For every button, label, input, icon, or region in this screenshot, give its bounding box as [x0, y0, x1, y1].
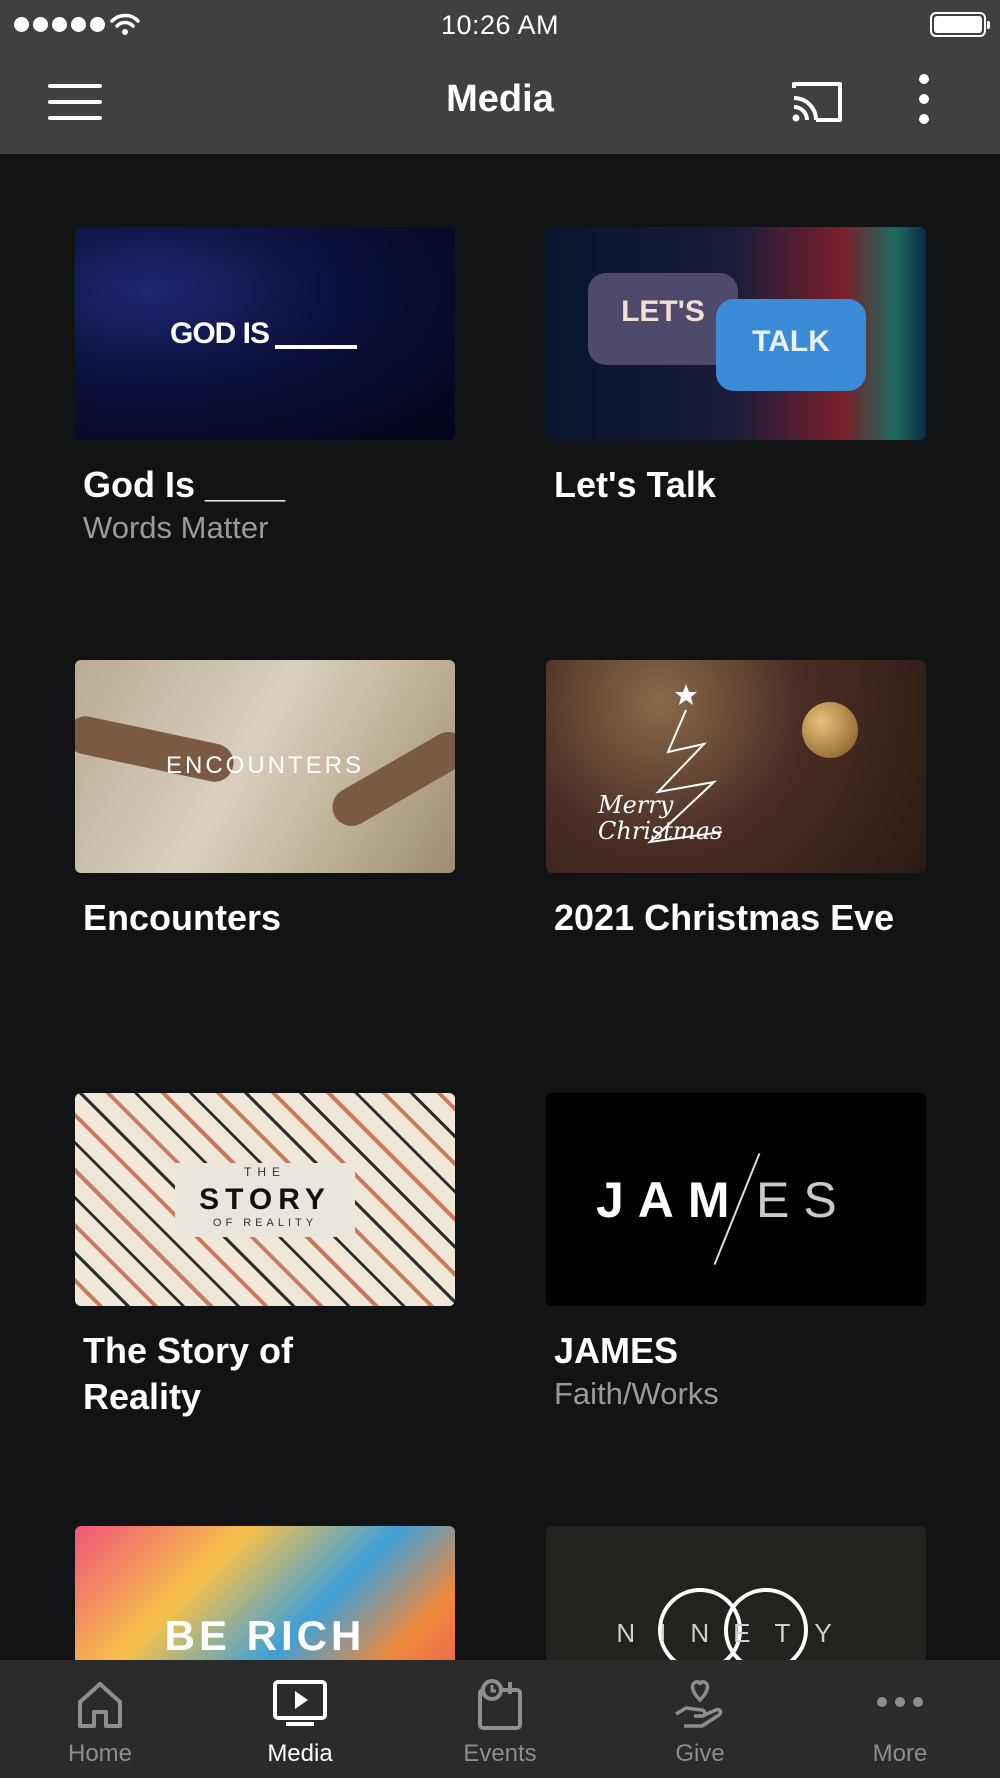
media-subtitle: Faith/Works: [554, 1376, 719, 1411]
media-title: JAMES: [554, 1330, 679, 1371]
media-thumbnail[interactable]: THE STORY OF REALITY: [75, 1093, 455, 1306]
speech-bubble: TALK: [716, 299, 866, 391]
media-grid: GOD IS God Is ____ Words Matter LET'S TA…: [0, 154, 1000, 1660]
thumbnail-art-text: STORY: [199, 1183, 331, 1216]
tab-label: Media: [267, 1740, 333, 1767]
status-time: 10:26 AM: [440, 10, 560, 40]
thumbnail-art-text: NINETY: [616, 1618, 856, 1648]
media-card-story-of-reality[interactable]: THE STORY OF REALITY The Story of Realit…: [75, 1093, 455, 1420]
media-card-christmas-eve[interactable]: Merry Christmas 2021 Christmas Eve: [546, 660, 926, 941]
media-thumbnail[interactable]: NINETY: [546, 1526, 926, 1660]
story-title-box: THE STORY OF REALITY: [175, 1163, 355, 1237]
tab-label: Give: [675, 1740, 725, 1767]
nav-bar: Media: [0, 50, 1000, 154]
ornament-art: [802, 702, 858, 758]
media-card-encounters[interactable]: ENCOUNTERS Encounters: [75, 660, 455, 941]
media-thumbnail[interactable]: Merry Christmas: [546, 660, 926, 873]
tab-label: Home: [67, 1740, 133, 1767]
battery-icon: [930, 12, 990, 37]
vertical-dots-icon[interactable]: [908, 74, 940, 130]
thumbnail-art-text: OF REALITY: [212, 1217, 318, 1229]
media-thumbnail[interactable]: GOD IS: [75, 227, 455, 440]
thumbnail-art-text: ES: [756, 1172, 851, 1228]
media-title: God Is ____: [83, 464, 286, 505]
tab-media[interactable]: Media: [200, 1660, 400, 1778]
thumbnail-art-text: Merry Christmas: [598, 791, 723, 845]
thumbnail-art-text: GOD IS: [170, 317, 270, 350]
media-subtitle: Words Matter: [83, 510, 269, 545]
tab-events[interactable]: Events: [400, 1660, 600, 1778]
media-title: The Story of Reality: [83, 1330, 294, 1417]
media-thumbnail[interactable]: ENCOUNTERS: [75, 660, 455, 873]
page-title: Media: [446, 78, 554, 120]
media-card-be-rich[interactable]: BE RICH: [75, 1526, 455, 1660]
media-title: Let's Talk: [554, 464, 716, 505]
hand-heart-icon: [675, 1680, 723, 1728]
thumbnail-art-text: BE RICH: [164, 1612, 366, 1659]
media-title: Encounters: [83, 897, 282, 938]
media-thumbnail[interactable]: LET'S TALK: [546, 227, 926, 440]
thumbnail-art-text: JAM: [596, 1172, 744, 1228]
cast-icon[interactable]: [788, 78, 846, 126]
home-icon: [78, 1682, 122, 1728]
thumbnail-art-text: ENCOUNTERS: [165, 752, 364, 779]
media-card-ninety[interactable]: NINETY: [546, 1526, 926, 1660]
media-card-james[interactable]: JAM ES JAMES Faith/Works: [546, 1093, 926, 1414]
thumbnail-art-text: THE: [244, 1165, 286, 1179]
tab-more[interactable]: More: [800, 1660, 1000, 1778]
media-card-god-is[interactable]: GOD IS God Is ____ Words Matter: [75, 227, 455, 548]
media-card-lets-talk[interactable]: LET'S TALK Let's Talk: [546, 227, 926, 508]
media-title: 2021 Christmas Eve: [554, 897, 895, 938]
thumbnail-art-text: TALK: [752, 325, 830, 358]
play-screen-icon: [273, 1680, 327, 1726]
horizontal-dots-icon: [877, 1697, 923, 1707]
tab-give[interactable]: Give: [600, 1660, 800, 1778]
tab-home[interactable]: Home: [0, 1660, 200, 1778]
tab-label: More: [872, 1740, 928, 1767]
media-thumbnail[interactable]: JAM ES: [546, 1093, 926, 1306]
tab-bar: Home Media Events Give More: [0, 1660, 1000, 1778]
calendar-clock-icon: [478, 1679, 522, 1730]
tab-label: Events: [463, 1740, 537, 1767]
status-bar: 10:26 AM: [0, 0, 1000, 50]
media-thumbnail[interactable]: BE RICH: [75, 1526, 455, 1660]
